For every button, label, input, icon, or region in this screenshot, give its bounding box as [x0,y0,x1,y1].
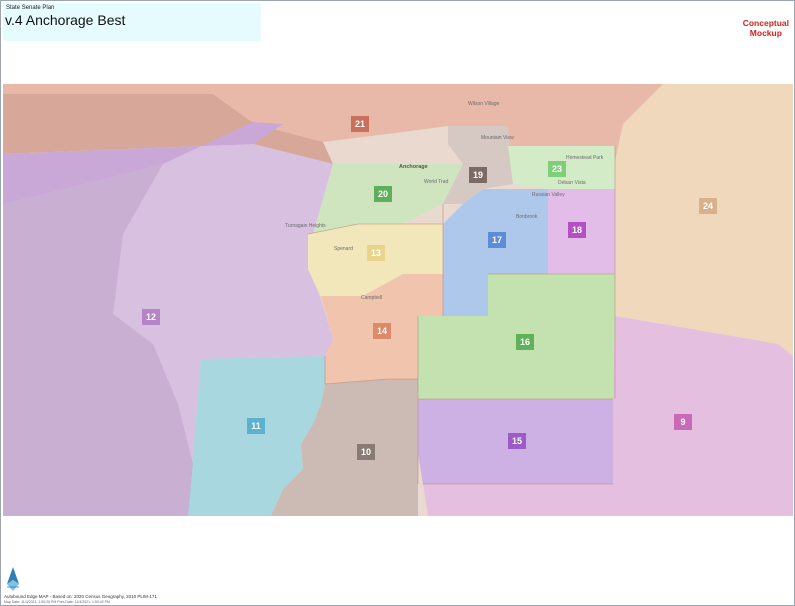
district-badge-label-11: 11 [251,421,261,431]
district-badge-16[interactable]: 16 [516,334,534,350]
footer-dates: Map Date: 11/4/2021, 1:50:26 PM Print Da… [4,600,110,604]
place-anchorage: Anchorage [399,164,428,170]
plan-subtitle: State Senate Plan [6,5,55,11]
place-campbell: Campbell [361,295,382,301]
district-badge-14[interactable]: 14 [373,323,391,339]
district-badge-9[interactable]: 9 [674,414,692,430]
mockup-line-1: Conceptual [742,18,789,28]
district-badge-label-13: 13 [371,248,381,258]
district-badge-label-18: 18 [572,225,582,235]
title-box: State Senate Plan v.4 Anchorage Best [3,3,261,41]
district-badge-10[interactable]: 10 [357,444,375,460]
district-badge-18[interactable]: 18 [568,222,586,238]
place-bonbrook: Bonbrook [516,214,538,220]
footer-source: Autobound Edge MAP - Based on: 2020 Cens… [4,594,157,599]
district-badge-label-19: 19 [473,170,483,180]
district-badge-20[interactable]: 20 [374,186,392,202]
place-turnagain-heights: Turnagain Heights [285,223,326,229]
district-badge-21[interactable]: 21 [351,116,369,132]
district-badge-label-17: 17 [492,235,502,245]
place-homestead-park: Homestead Park [566,155,604,161]
district-badge-label-16: 16 [520,337,530,347]
place-debarr-vista: Debarr Vista [558,180,586,186]
district-badge-label-12: 12 [146,312,156,322]
district-badge-label-23: 23 [552,164,562,174]
district-badge-label-15: 15 [512,436,522,446]
district-badge-label-14: 14 [377,326,387,336]
place-world-trade: World Trad [424,179,449,185]
district-map[interactable]: Wilson Village Mountain View Anchorage W… [3,84,793,516]
place-spenard: Spenard [334,246,353,252]
place-russian-valley: Russian Valley [532,192,565,198]
district-badge-17[interactable]: 17 [488,232,506,248]
district-badge-12[interactable]: 12 [142,309,160,325]
district-24-area[interactable] [615,84,793,356]
district-badge-label-20: 20 [378,189,388,199]
place-mountain-view: Mountain View [481,135,514,141]
district-badge-24[interactable]: 24 [699,198,717,214]
district-badge-label-21: 21 [355,119,365,129]
district-badge-label-10: 10 [361,447,371,457]
district-badge-label-9: 9 [680,417,685,427]
district-badge-15[interactable]: 15 [508,433,526,449]
district-badge-label-24: 24 [703,201,713,211]
place-wilson-village: Wilson Village [468,101,500,107]
district-badge-13[interactable]: 13 [367,245,385,261]
plan-title: v.4 Anchorage Best [5,12,126,28]
north-arrow-logo-icon [7,567,19,591]
district-badge-11[interactable]: 11 [247,418,265,434]
district-badge-23[interactable]: 23 [548,161,566,177]
mockup-stamp: Conceptual Mockup [743,18,789,38]
district-badge-19[interactable]: 19 [469,167,487,183]
mockup-line-2: Mockup [749,28,782,38]
